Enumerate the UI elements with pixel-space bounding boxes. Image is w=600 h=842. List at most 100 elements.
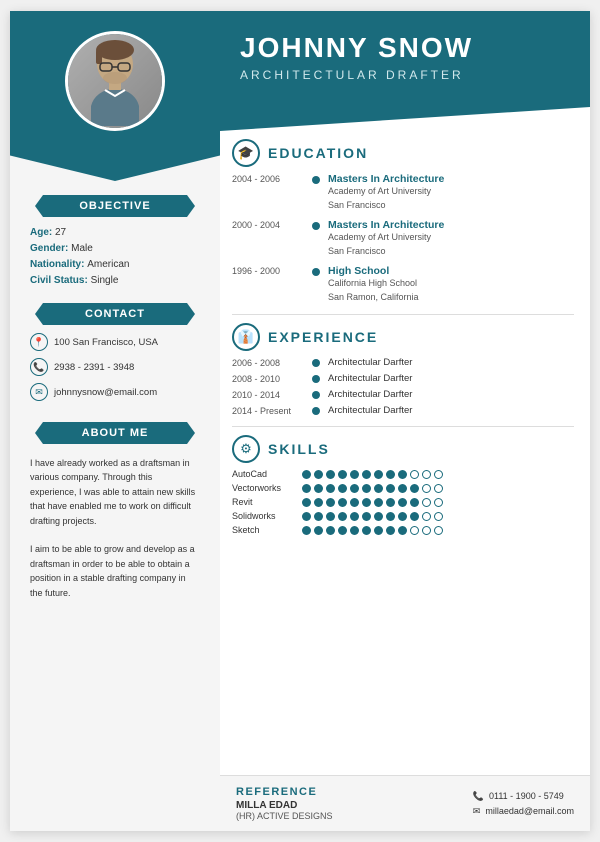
exp-title-0: Architectular Darfter: [328, 357, 412, 368]
contact-address: 📍 100 San Francisco, USA: [25, 333, 205, 351]
dot: [326, 484, 335, 493]
objective-nationality: Nationality: American: [30, 257, 200, 273]
dot: [338, 484, 347, 493]
skill-name-sketch: Sketch: [232, 525, 294, 535]
objective-header: OBJECTIVE: [35, 195, 195, 217]
exp-item-0: 2006 - 2008 Architectular Darfter: [232, 357, 574, 368]
dot: [410, 512, 419, 521]
education-title-row: 🎓 EDUCATION: [232, 139, 574, 167]
skill-dots-vectorworks: [302, 484, 443, 493]
skill-dots-solidworks: [302, 512, 443, 521]
skill-sketch: Sketch: [232, 525, 574, 535]
skill-name-solidworks: Solidworks: [232, 511, 294, 521]
dot: [422, 470, 431, 479]
email-text: johnnysnow@email.com: [54, 387, 157, 398]
dot: [374, 526, 383, 535]
dot: [338, 512, 347, 521]
education-section: 🎓 EDUCATION 2004 - 2006 Masters In Archi…: [232, 139, 574, 304]
sidebar-header: [10, 11, 220, 181]
contact-header: CONTACT: [35, 303, 195, 325]
dot: [302, 498, 311, 507]
phone-icon: 📞: [30, 358, 48, 376]
edu-year-2: 1996 - 2000: [232, 265, 304, 276]
reference-title: REFERENCE: [236, 786, 333, 798]
skill-vectorworks: Vectorworks: [232, 483, 574, 493]
ref-phone-icon: 📞: [473, 791, 484, 802]
edu-degree-2: High School: [328, 265, 419, 277]
dot: [398, 512, 407, 521]
dot: [434, 526, 443, 535]
phone-text: 2938 - 2391 - 3948: [54, 362, 134, 373]
dot: [374, 498, 383, 507]
dot: [302, 470, 311, 479]
skills-grid: AutoCad: [232, 469, 574, 535]
title-heading: ARCHITECTULAR DRAFTER: [240, 68, 570, 82]
dot: [326, 526, 335, 535]
contact-email: ✉ johnnysnow@email.com: [25, 383, 205, 401]
skill-autocad: AutoCad: [232, 469, 574, 479]
ref-email-icon: ✉: [473, 806, 481, 817]
dot: [326, 470, 335, 479]
dot: [410, 470, 419, 479]
exp-year-0: 2006 - 2008: [232, 358, 304, 368]
dot: [314, 470, 323, 479]
exp-dot-1: [312, 375, 320, 383]
dot: [350, 526, 359, 535]
dot: [410, 484, 419, 493]
dot: [410, 498, 419, 507]
exp-title-2: Architectular Darfter: [328, 389, 412, 400]
resume-container: OBJECTIVE Age: 27 Gender: Male Nationali…: [10, 11, 590, 831]
dot: [338, 498, 347, 507]
edu-school-1: Academy of Art UniversitySan Francisco: [328, 231, 444, 258]
skill-name-vectorworks: Vectorworks: [232, 483, 294, 493]
main-header: JOHNNY SNOW ARCHITECTULAR DRAFTER: [220, 11, 590, 131]
dot: [362, 512, 371, 521]
edu-details-0: Masters In Architecture Academy of Art U…: [328, 173, 444, 212]
dot: [398, 498, 407, 507]
objective-gender: Gender: Male: [30, 241, 200, 257]
dot: [338, 526, 347, 535]
ref-email-text: millaedad@email.com: [485, 806, 574, 816]
dot: [302, 484, 311, 493]
dot: [314, 498, 323, 507]
exp-title-1: Architectular Darfter: [328, 373, 412, 384]
address-text: 100 San Francisco, USA: [54, 337, 158, 348]
about-text: I have already worked as a draftsman in …: [25, 456, 205, 600]
dot: [434, 512, 443, 521]
exp-dot-0: [312, 359, 320, 367]
skill-dots-revit: [302, 498, 443, 507]
education-title: EDUCATION: [268, 145, 368, 161]
dot: [386, 512, 395, 521]
skill-name-autocad: AutoCad: [232, 469, 294, 479]
dot: [386, 470, 395, 479]
dot: [350, 484, 359, 493]
dot: [374, 512, 383, 521]
edu-degree-1: Masters In Architecture: [328, 219, 444, 231]
edu-item-1: 2000 - 2004 Masters In Architecture Acad…: [232, 219, 574, 258]
name-heading: JOHNNY SNOW: [240, 33, 570, 64]
reference-company: (HR) ACTIVE DESIGNS: [236, 811, 333, 821]
dot: [434, 470, 443, 479]
dot: [422, 484, 431, 493]
exp-item-1: 2008 - 2010 Architectular Darfter: [232, 373, 574, 384]
skill-name-revit: Revit: [232, 497, 294, 507]
edu-item-2: 1996 - 2000 High School California High …: [232, 265, 574, 304]
dot: [386, 498, 395, 507]
dot: [398, 526, 407, 535]
skill-dots-sketch: [302, 526, 443, 535]
exp-year-1: 2008 - 2010: [232, 374, 304, 384]
dot: [326, 498, 335, 507]
objective-label: OBJECTIVE: [79, 200, 150, 212]
ref-phone-item: 📞 0111 - 1900 - 5749: [473, 791, 574, 802]
experience-title-row: 👔 EXPERIENCE: [232, 323, 574, 351]
exp-title-3: Architectular Darfter: [328, 405, 412, 416]
edu-dot-0: [312, 176, 320, 184]
edu-dot-2: [312, 268, 320, 276]
contact-label: CONTACT: [85, 308, 145, 320]
dot: [398, 484, 407, 493]
exp-year-3: 2014 - Present: [232, 406, 304, 416]
skills-icon: ⚙: [232, 435, 260, 463]
experience-icon: 👔: [232, 323, 260, 351]
skills-title: SKILLS: [268, 441, 330, 457]
dot: [362, 526, 371, 535]
